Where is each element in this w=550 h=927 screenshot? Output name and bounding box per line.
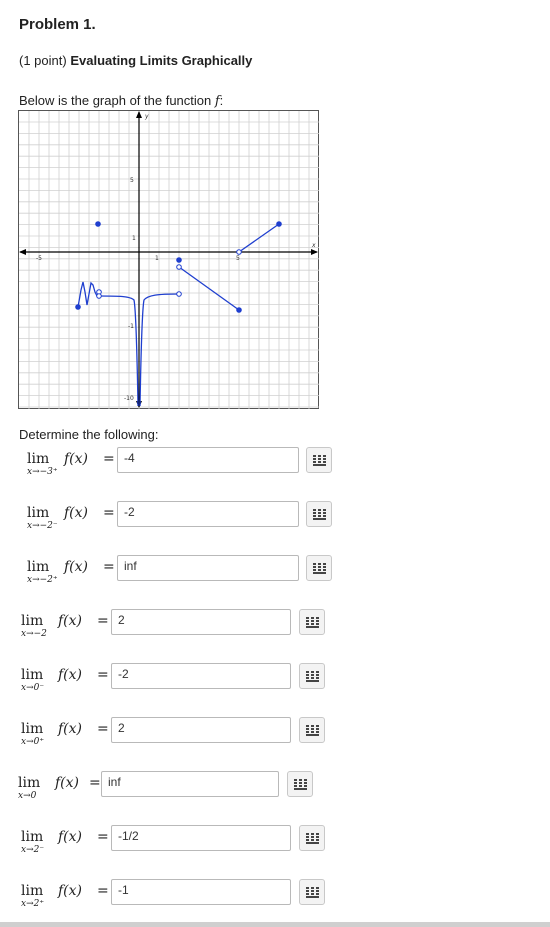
function-notation: f(x) [64, 451, 89, 467]
equation-editor-button[interactable] [306, 501, 332, 527]
graph-background [18, 110, 319, 409]
function-notation: f(x) [58, 883, 83, 899]
function-notation: f(x) [64, 559, 89, 575]
function-graph: x y -5 1 5 5 1 -1 -10 [18, 110, 319, 409]
lim-approach: x→−2⁺ [27, 575, 58, 585]
lim-word: lim [21, 613, 44, 629]
grid-icon [306, 833, 319, 844]
equation-editor-button[interactable] [299, 879, 325, 905]
grid-icon [306, 671, 319, 682]
point-decreasing-end [236, 307, 242, 313]
function-notation: f(x) [58, 613, 83, 629]
lim-approach: x→2⁻ [21, 845, 45, 855]
function-notation: f(x) [55, 775, 80, 791]
equation-editor-button[interactable] [306, 447, 332, 473]
equals-sign: = [97, 883, 109, 899]
bottom-scrollbar[interactable] [0, 922, 550, 927]
tick-label-x-5: 5 [236, 255, 240, 262]
lim-approach: x→−2 [21, 629, 47, 639]
grid-icon [313, 455, 326, 466]
lim-word: lim [27, 451, 50, 467]
function-notation: f(x) [58, 721, 83, 737]
lim-word: lim [27, 505, 50, 521]
equation-editor-button[interactable] [299, 609, 325, 635]
tick-label-y-5: 5 [130, 177, 134, 184]
lim-word: lim [21, 829, 44, 845]
point-isolated [95, 221, 101, 227]
answer-input[interactable]: -2 [111, 663, 291, 689]
points-label: (1 point) [19, 53, 67, 68]
grid-icon [313, 563, 326, 574]
y-axis-label: y [144, 113, 149, 120]
equals-sign: = [103, 451, 115, 467]
lim-approach: x→0⁻ [21, 683, 45, 693]
graph-intro: Below is the graph of the function f: [19, 93, 223, 109]
lim-approach: x→0⁺ [21, 737, 45, 747]
lim-word: lim [21, 721, 44, 737]
equals-sign: = [103, 559, 115, 575]
equation-editor-button[interactable] [299, 825, 325, 851]
lim-word: lim [21, 667, 44, 683]
answer-input[interactable]: inf [117, 555, 299, 581]
grid-icon [306, 725, 319, 736]
grid-icon [313, 509, 326, 520]
grid-icon [306, 617, 319, 628]
problem-name: Evaluating Limits Graphically [70, 53, 253, 68]
point-open-x2 [176, 264, 182, 270]
equation-editor-button[interactable] [299, 717, 325, 743]
answer-input[interactable]: inf [101, 771, 279, 797]
equation-editor-button[interactable] [287, 771, 313, 797]
problem-title: Problem 1. [19, 16, 96, 33]
lim-approach: x→−2⁻ [27, 521, 58, 531]
tick-label-x-1: 1 [155, 255, 159, 262]
equals-sign: = [97, 667, 109, 683]
point-increasing-end [276, 221, 282, 227]
determine-label: Determine the following: [19, 427, 159, 442]
equals-sign: = [97, 613, 109, 629]
equals-sign: = [103, 505, 115, 521]
tick-label-y-1: 1 [132, 235, 136, 242]
point-open-right-end [176, 291, 182, 297]
equals-sign: = [89, 775, 101, 791]
function-notation: f(x) [58, 829, 83, 845]
x-axis-label: x [311, 242, 316, 249]
lim-approach: x→−3⁺ [27, 467, 58, 477]
function-notation: f(x) [64, 505, 89, 521]
intro-colon: : [219, 93, 224, 108]
equation-editor-button[interactable] [306, 555, 332, 581]
grid-icon [306, 887, 319, 898]
point-open-lower [96, 293, 102, 299]
point-left-endpoint [75, 304, 81, 310]
lim-approach: x→0 [18, 791, 37, 801]
equation-editor-button[interactable] [299, 663, 325, 689]
problem-subtitle: (1 point) Evaluating Limits Graphically [19, 53, 252, 68]
lim-word: lim [21, 883, 44, 899]
point-filled-x2 [176, 257, 182, 263]
function-notation: f(x) [58, 667, 83, 683]
answer-input[interactable]: -4 [117, 447, 299, 473]
answer-input[interactable]: 2 [111, 717, 291, 743]
answer-input[interactable]: -2 [117, 501, 299, 527]
intro-text: Below is the graph of the function [19, 93, 212, 108]
equals-sign: = [97, 721, 109, 737]
point-open-on-axis [236, 249, 242, 255]
tick-label-x-neg5: -5 [36, 255, 42, 262]
answer-input[interactable]: -1/2 [111, 825, 291, 851]
tick-label-y-neg1: -1 [128, 323, 134, 330]
answer-input[interactable]: 2 [111, 609, 291, 635]
lim-word: lim [27, 559, 50, 575]
grid-icon [294, 779, 307, 790]
lim-word: lim [18, 775, 41, 791]
equals-sign: = [97, 829, 109, 845]
tick-label-y-neg10: -10 [124, 395, 134, 402]
answer-input[interactable]: -1 [111, 879, 291, 905]
lim-approach: x→2⁺ [21, 899, 45, 909]
